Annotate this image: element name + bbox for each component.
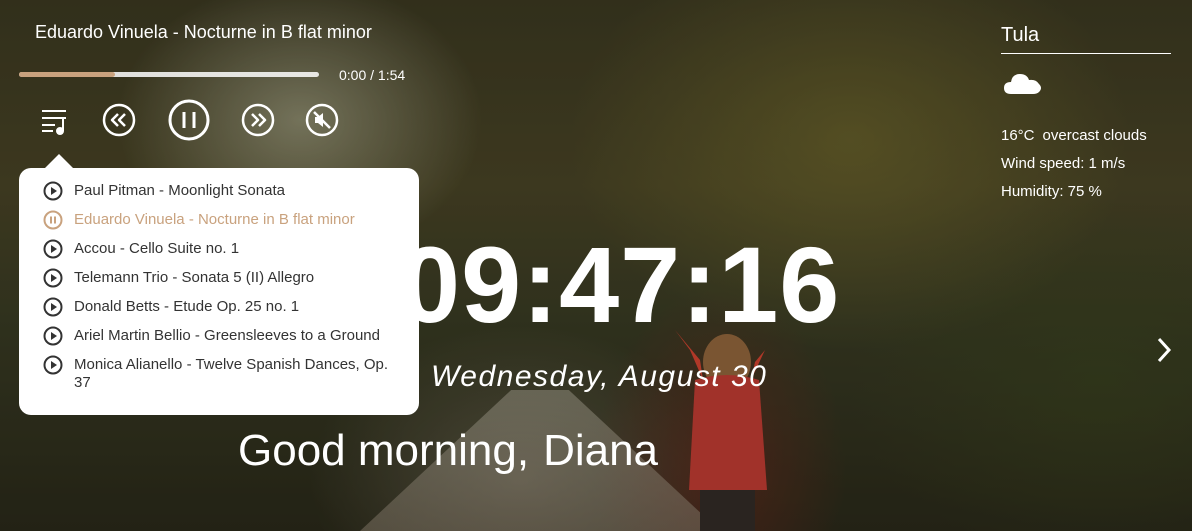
play-icon (43, 181, 63, 201)
playlist-button[interactable] (40, 107, 70, 135)
play-icon (43, 268, 63, 288)
greeting-text: Good morning, (238, 426, 530, 475)
playlist-item-title: Monica Alianello - Twelve Spanish Dances… (74, 356, 389, 391)
playlist-item-title: Telemann Trio - Sonata 5 (II) Allegro (74, 269, 315, 286)
forward-button[interactable] (241, 103, 275, 137)
duration: 1:54 (377, 67, 406, 83)
forward-icon (241, 103, 275, 137)
clock-time: 09:47:16 (400, 224, 841, 345)
pause-icon (43, 210, 63, 230)
playlist-icon (42, 110, 66, 135)
playlist-item-title: Paul Pitman - Moonlight Sonata (74, 182, 285, 199)
play-icon (43, 355, 63, 375)
playlist-item[interactable]: Donald Betts - Etude Op. 25 no. 1 (43, 297, 419, 317)
mute-button[interactable] (305, 103, 339, 137)
play-icon (43, 297, 63, 317)
time-separator: / (370, 67, 378, 83)
chevron-right-icon (1157, 337, 1172, 363)
greeting-name[interactable]: Diana (543, 426, 658, 475)
playlist-item-title: Ariel Martin Bellio - Greensleeves to a … (74, 327, 380, 344)
playlist-item-title: Eduardo Vinuela - Nocturne in B flat min… (74, 211, 355, 228)
pause-icon (168, 99, 210, 141)
play-icon (43, 326, 63, 346)
playlist-item[interactable]: Monica Alianello - Twelve Spanish Dances… (43, 355, 419, 392)
playlist-item[interactable]: Accou - Cello Suite no. 1 (43, 239, 419, 259)
weather-description: overcast clouds (1042, 127, 1147, 144)
playlist-item[interactable]: Paul Pitman - Moonlight Sonata (43, 181, 419, 201)
clock-date: Wednesday, August 30 (431, 360, 768, 393)
rewind-icon (102, 103, 136, 137)
humidity: Humidity: 75 % (1001, 183, 1102, 200)
playlist-item[interactable]: Telemann Trio - Sonata 5 (II) Allegro (43, 268, 419, 288)
playlist-item[interactable]: Ariel Martin Bellio - Greensleeves to a … (43, 326, 419, 346)
pause-button[interactable] (168, 99, 210, 141)
weather-summary: 16°C overcast clouds (1001, 127, 1147, 144)
playlist-item-title: Donald Betts - Etude Op. 25 no. 1 (74, 298, 300, 315)
playlist-popup: Paul Pitman - Moonlight Sonata Eduardo Vi… (19, 154, 419, 415)
play-icon (43, 239, 63, 259)
cloud-icon (1004, 74, 1041, 94)
progress-fill (19, 72, 115, 77)
rewind-button[interactable] (102, 103, 136, 137)
progress-bar[interactable] (19, 72, 319, 77)
temperature: 16°C (1001, 127, 1035, 144)
time-display: 0:00 / 1:54 (339, 67, 405, 83)
playlist-item-title: Accou - Cello Suite no. 1 (74, 240, 240, 257)
current-time: 0:00 (339, 67, 367, 83)
greeting: Good morning, Diana (238, 426, 658, 476)
city-input[interactable]: Tula (1001, 24, 1171, 54)
now-playing-title: Eduardo Vinuela - Nocturne in B flat min… (35, 22, 372, 42)
wind-speed: Wind speed: 1 m/s (1001, 155, 1126, 172)
mute-icon (305, 103, 339, 137)
next-background-button[interactable] (1154, 336, 1174, 367)
playlist-item[interactable]: Eduardo Vinuela - Nocturne in B flat min… (43, 210, 419, 230)
